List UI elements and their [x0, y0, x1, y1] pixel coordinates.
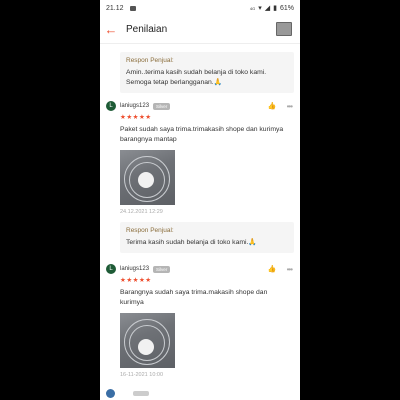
arrow-left-icon[interactable]: ←	[104, 22, 118, 36]
member-badge: Silver	[153, 102, 171, 110]
review-item: L laniugs123 Silver 👍 ••• ★★★★★ Paket su…	[106, 101, 296, 215]
battery-level: 61%	[279, 4, 294, 12]
rating-stars: ★★★★★	[120, 114, 152, 121]
signal-label: 4G	[249, 5, 256, 11]
battery-icon: ▮	[273, 5, 277, 12]
member-badge: Silver	[153, 265, 171, 273]
status-time: 21.12	[106, 4, 124, 12]
header-divider	[100, 43, 300, 44]
gallery-notification-icon	[129, 5, 136, 11]
avatar[interactable]	[106, 388, 115, 398]
review-photo[interactable]	[120, 150, 175, 206]
more-dots-icon[interactable]: •••	[287, 265, 293, 274]
avatar[interactable]: L	[106, 101, 116, 111]
seller-response-label: Respon Penjual:	[126, 57, 174, 64]
page-title: Penilaian	[126, 23, 168, 35]
next-review-stub	[106, 386, 296, 400]
app-screen: 21.12 4G ▾ ◢ ▮ 61% ← Penilaian Respon Pe…	[100, 0, 300, 400]
review-date: 24.12.2021 12:29	[120, 209, 163, 216]
status-bar: 21.12 4G ▾ ◢ ▮ 61%	[100, 0, 300, 16]
review-text: Paket sudah saya trima.trimakasih shope …	[120, 126, 284, 143]
member-badge	[133, 390, 149, 396]
seller-response-box: Respon Penjual: Terima kasih sudah belan…	[120, 222, 294, 253]
review-username[interactable]: laniugs123	[120, 103, 149, 109]
review-item: L laniugs123 Silver 👍 ••• ★★★★★ Barangny…	[106, 264, 296, 378]
signal-icon: ◢	[264, 5, 271, 12]
seller-response-text: Amin..terima kasih sudah belanja di toko…	[126, 69, 267, 86]
seller-response-text: Terima kasih sudah belanja di toko kami.…	[126, 239, 257, 246]
seller-response-box: Respon Penjual: Amin..terima kasih sudah…	[120, 52, 294, 93]
review-text: Barangnya sudah saya trima.makasih shope…	[120, 289, 268, 306]
more-dots-icon[interactable]: •••	[287, 102, 293, 111]
seller-response-label: Respon Penjual:	[126, 227, 174, 234]
review-date: 16-11-2021 10:00	[120, 372, 164, 379]
review-photo[interactable]	[120, 313, 175, 369]
review-username[interactable]: laniugs123	[120, 266, 149, 272]
thumbs-up-icon[interactable]: 👍	[268, 102, 277, 110]
wifi-icon: ▾	[258, 5, 262, 12]
product-thumbnail[interactable]	[276, 22, 292, 36]
rating-stars: ★★★★★	[120, 277, 152, 284]
avatar[interactable]: L	[106, 264, 116, 274]
thumbs-up-icon[interactable]: 👍	[268, 265, 277, 273]
app-header: ← Penilaian	[100, 16, 300, 42]
